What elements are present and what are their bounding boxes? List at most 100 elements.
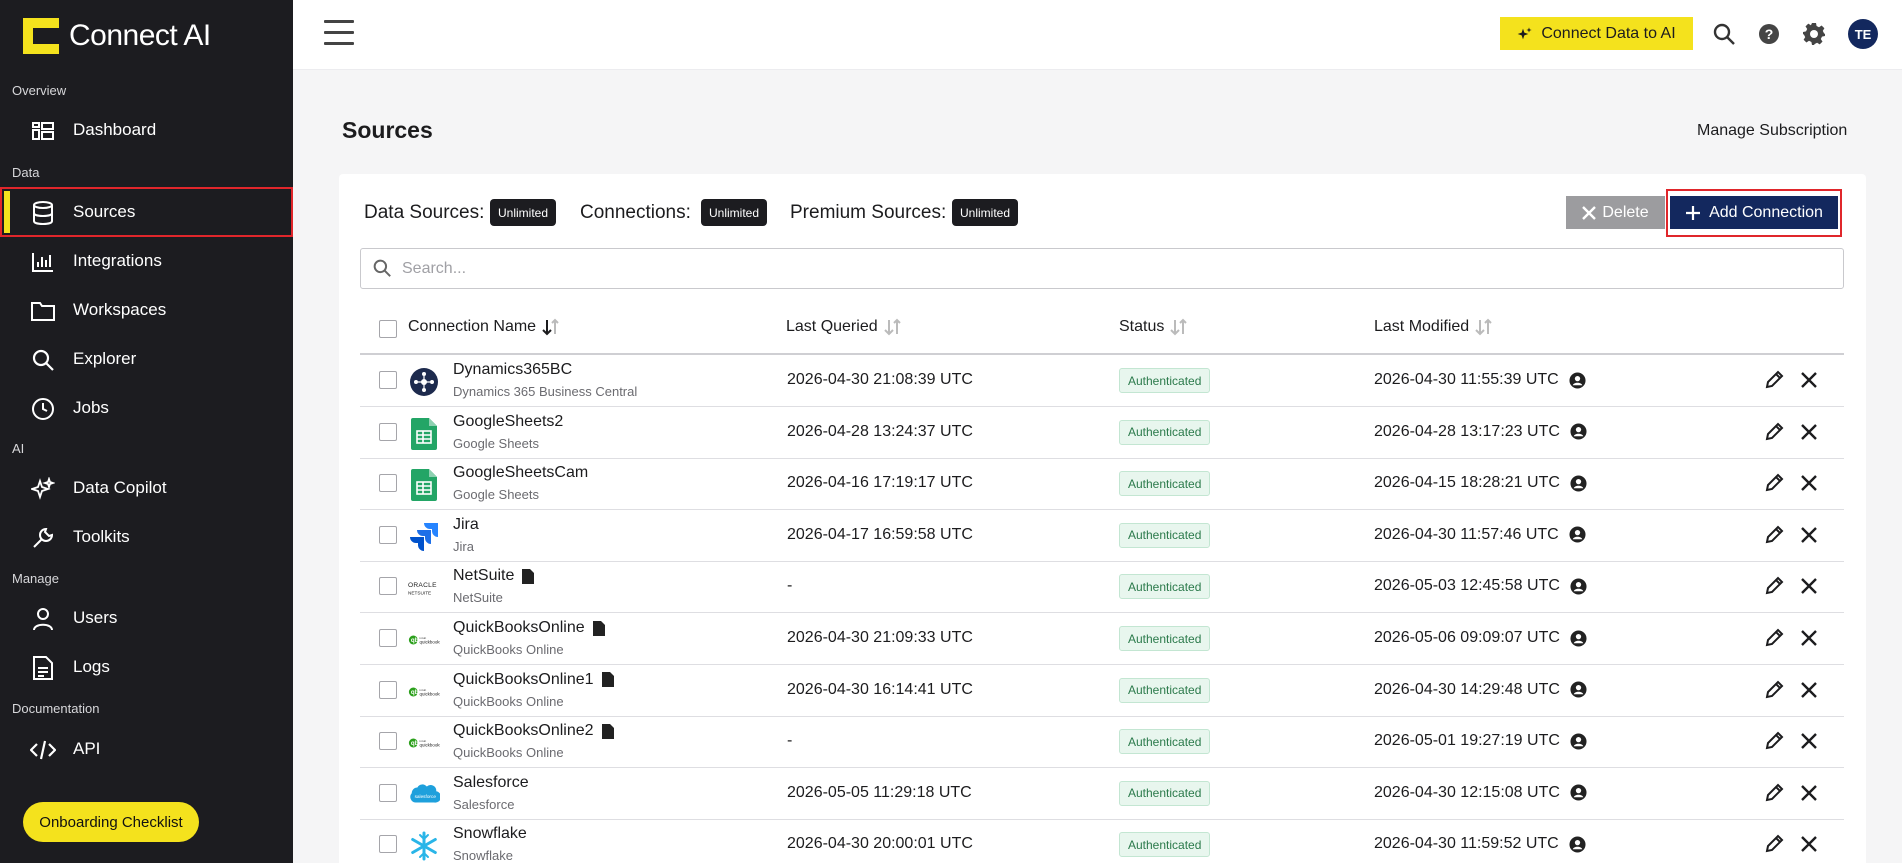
connect-data-to-ai-button[interactable]: Connect Data to AI [1500, 17, 1693, 50]
status-badge: Authenticated [1119, 832, 1211, 858]
table-row[interactable]: Dynamics365BC Dynamics 365 Business Centr… [360, 355, 1844, 407]
table-row[interactable]: ORACLE NETSUITE NetSuite NetSuite - Authentic… [360, 561, 1844, 614]
edit-icon[interactable] [1764, 834, 1784, 859]
last-modified-text: 2026-04-30 11:55:39 UTC [1374, 371, 1559, 388]
close-icon[interactable] [1800, 732, 1818, 755]
row-checkbox[interactable] [379, 783, 397, 802]
user-info-icon[interactable] [1569, 526, 1586, 543]
app-logo[interactable]: Connect AI [23, 18, 211, 54]
sidebar-item-api[interactable]: API [0, 724, 293, 774]
sidebar-item-label: API [73, 739, 101, 758]
avatar[interactable]: TE [1848, 19, 1878, 49]
row-checkbox[interactable] [379, 629, 397, 647]
sidebar-item-dashboard[interactable]: Dashboard [0, 105, 293, 155]
table-row[interactable]: qb intuit quickbooks QuickBooksOnline1 Quick… [360, 665, 1844, 717]
delete-button[interactable]: Delete [1566, 196, 1665, 229]
connections-label: Connections: [580, 202, 691, 223]
row-checkbox[interactable] [379, 525, 397, 544]
connection-name[interactable]: Salesforce [453, 774, 529, 792]
sort-icon [1170, 318, 1188, 336]
sidebar-item-sources[interactable]: Sources [0, 187, 293, 237]
connection-name[interactable]: GoogleSheetsCam [453, 464, 588, 482]
table-row[interactable]: qb intuit quickbooks QuickBooksOnline QuickB… [360, 613, 1844, 665]
column-header-label: Status [1119, 318, 1165, 335]
menu-icon[interactable] [324, 20, 354, 48]
user-info-icon[interactable] [1570, 578, 1587, 595]
connection-name[interactable]: QuickBooksOnline2 [453, 722, 614, 740]
column-header-last-queried[interactable]: Last Queried [786, 318, 902, 336]
column-header-status[interactable]: Status [1119, 318, 1188, 336]
close-icon[interactable] [1800, 681, 1818, 704]
last-modified-text: 2026-05-03 12:45:58 UTC [1374, 577, 1560, 595]
close-icon[interactable] [1800, 629, 1818, 652]
connection-name[interactable]: QuickBooksOnline [453, 619, 605, 637]
table-row[interactable]: Snowflake Snowflake 2026-04-30 20:00:01 UT… [360, 819, 1844, 863]
sidebar-item-jobs[interactable]: Jobs [0, 383, 293, 433]
table-row[interactable]: qb intuit quickbooks QuickBooksOnline2 Quick… [360, 716, 1844, 769]
connection-name[interactable]: Jira [453, 516, 479, 534]
table-row[interactable]: GoogleSheetsCam Google Sheets 2026-04-16 1… [360, 458, 1844, 511]
sidebar-item-label: Jobs [73, 398, 109, 417]
quickbooks-logo-icon: qb intuit quickbooks [408, 624, 440, 656]
connection-name[interactable]: QuickBooksOnline1 [453, 671, 614, 689]
sidebar-item-logs[interactable]: Logs [0, 642, 293, 692]
close-icon[interactable] [1800, 526, 1818, 549]
close-icon[interactable] [1800, 474, 1818, 497]
add-connection-button[interactable]: Add Connection [1670, 196, 1838, 229]
close-icon[interactable] [1800, 423, 1818, 446]
edit-icon[interactable] [1764, 680, 1784, 705]
edit-icon[interactable] [1764, 473, 1784, 498]
connection-name[interactable]: Dynamics365BC [453, 361, 572, 379]
close-icon[interactable] [1800, 371, 1818, 394]
user-info-icon[interactable] [1570, 629, 1587, 647]
onboarding-checklist-button[interactable]: Onboarding Checklist [23, 802, 199, 842]
edit-icon[interactable] [1764, 370, 1784, 395]
sidebar-item-data-copilot[interactable]: Data Copilot [0, 463, 293, 513]
help-icon[interactable]: ? [1756, 21, 1782, 47]
row-checkbox[interactable] [379, 680, 397, 699]
sidebar-item-workspaces[interactable]: Workspaces [0, 285, 293, 335]
user-info-icon[interactable] [1570, 475, 1587, 492]
column-header-connection-name[interactable]: Connection Name [408, 318, 560, 336]
edit-icon[interactable] [1764, 783, 1784, 808]
jira-logo-icon [408, 521, 440, 553]
user-info-icon[interactable] [1569, 836, 1586, 853]
sidebar-item-integrations[interactable]: Integrations [0, 236, 293, 286]
user-info-icon[interactable] [1570, 784, 1587, 801]
connection-name[interactable]: Snowflake [453, 825, 527, 843]
table-row[interactable]: GoogleSheets2 Google Sheets 2026-04-28 13:… [360, 407, 1844, 459]
sidebar-item-toolkits[interactable]: Toolkits [0, 512, 293, 562]
plus-icon [1686, 205, 1701, 220]
table-row[interactable]: Jira Jira 2026-04-17 16:59:58 UTC Authentic… [360, 510, 1844, 562]
gear-icon[interactable] [1801, 21, 1827, 47]
connection-name[interactable]: GoogleSheets2 [453, 413, 563, 431]
row-checkbox[interactable] [379, 835, 397, 854]
user-info-icon[interactable] [1569, 371, 1586, 389]
user-info-icon[interactable] [1570, 681, 1587, 698]
row-checkbox[interactable] [379, 732, 397, 751]
search-input[interactable] [402, 258, 1802, 280]
row-checkbox[interactable] [379, 577, 397, 596]
edit-icon[interactable] [1764, 628, 1784, 653]
user-info-icon[interactable] [1570, 733, 1587, 750]
edit-icon[interactable] [1764, 731, 1784, 756]
sidebar-item-users[interactable]: Users [0, 593, 293, 643]
manage-subscription-link[interactable]: Manage Subscription [1697, 122, 1847, 140]
user-info-icon[interactable] [1570, 423, 1587, 440]
sidebar-item-explorer[interactable]: Explorer [0, 334, 293, 384]
edit-icon[interactable] [1764, 422, 1784, 447]
table-row[interactable]: salesforce Salesforce Salesforce 2026-05-05… [360, 768, 1844, 820]
column-header-last-modified[interactable]: Last Modified [1374, 318, 1493, 336]
search-icon[interactable] [1711, 21, 1737, 47]
close-icon[interactable] [1800, 577, 1818, 600]
edit-icon[interactable] [1764, 525, 1784, 550]
close-icon[interactable] [1800, 835, 1818, 858]
row-checkbox[interactable] [379, 371, 397, 389]
select-all-checkbox[interactable] [379, 320, 397, 338]
close-icon[interactable] [1800, 784, 1818, 807]
connection-name[interactable]: NetSuite [453, 567, 535, 585]
row-checkbox[interactable] [379, 422, 397, 441]
column-header-label: Connection Name [408, 318, 537, 335]
row-checkbox[interactable] [379, 474, 397, 493]
edit-icon[interactable] [1764, 576, 1784, 601]
